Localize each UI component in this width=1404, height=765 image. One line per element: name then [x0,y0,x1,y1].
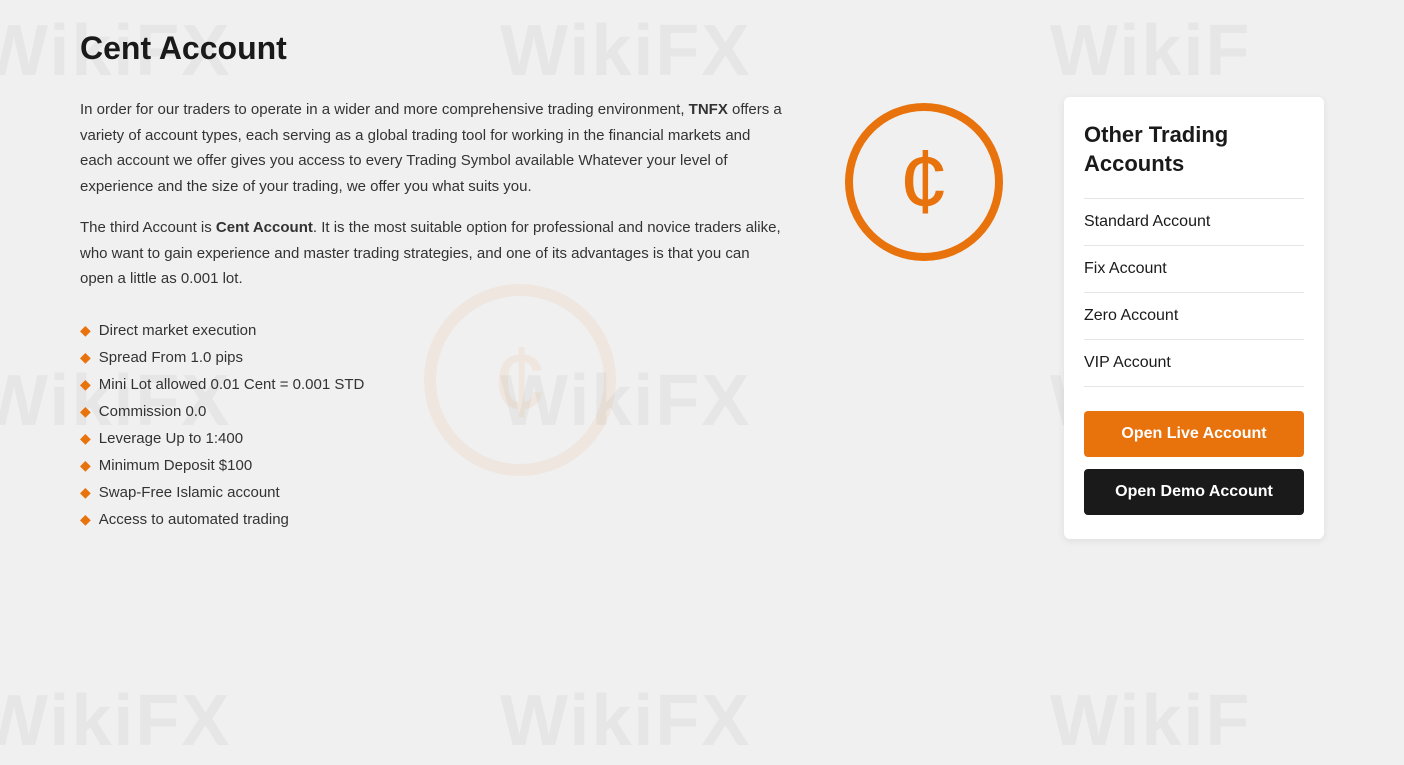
feature-text: Commission 0.0 [99,403,207,420]
diamond-bullet: ◆ [80,322,91,339]
feature-text: Minimum Deposit $100 [99,457,252,474]
feature-item: ◆ Spread From 1.0 pips [80,349,1024,366]
diamond-bullet: ◆ [80,349,91,366]
sidebar: Other Trading Accounts Standard Account F… [1064,97,1324,539]
account-link[interactable]: Standard Account [1084,213,1304,231]
content-layout: In order for our traders to operate in a… [80,97,1324,539]
cent-account-bold: Cent Account [216,219,313,236]
feature-item: ◆ Access to automated trading [80,511,1024,528]
intro-section: In order for our traders to operate in a… [80,97,1024,292]
feature-text: Access to automated trading [99,511,289,528]
features-list: ◆ Direct market execution ◆ Spread From 1.0… [80,322,1024,528]
cent-icon-container: ¢ [824,97,1024,267]
sidebar-title: Other Trading Accounts [1084,121,1304,178]
feature-text: Spread From 1.0 pips [99,349,243,366]
page-title: Cent Account [80,30,1324,67]
feature-text: Leverage Up to 1:400 [99,430,243,447]
svg-text:¢: ¢ [899,132,949,232]
account-link[interactable]: Fix Account [1084,260,1304,278]
account-link-item[interactable]: VIP Account [1084,340,1304,387]
watermark-7: WikiFX [0,680,231,762]
diamond-bullet: ◆ [80,403,91,420]
account-link-item[interactable]: Zero Account [1084,293,1304,340]
account-links: Standard Account Fix Account Zero Account V… [1084,198,1304,387]
feature-text: Mini Lot allowed 0.01 Cent = 0.001 STD [99,376,365,393]
watermark-9: WikiF [1050,680,1251,762]
diamond-bullet: ◆ [80,430,91,447]
intro-text: In order for our traders to operate in a… [80,97,784,292]
account-link[interactable]: Zero Account [1084,307,1304,325]
feature-item: ◆ Mini Lot allowed 0.01 Cent = 0.001 STD [80,376,1024,393]
intro-p1-prefix: In order for our traders to operate in a… [80,101,689,118]
account-link-item[interactable]: Fix Account [1084,246,1304,293]
diamond-bullet: ◆ [80,511,91,528]
open-demo-account-button[interactable]: Open Demo Account [1084,469,1304,515]
feature-item: ◆ Direct market execution [80,322,1024,339]
diamond-bullet: ◆ [80,457,91,474]
sidebar-card: Other Trading Accounts Standard Account F… [1064,97,1324,539]
feature-item: ◆ Swap-Free Islamic account [80,484,1024,501]
account-link-item[interactable]: Standard Account [1084,198,1304,246]
intro-p2-prefix: The third Account is [80,219,216,236]
feature-item: ◆ Minimum Deposit $100 [80,457,1024,474]
feature-text: Direct market execution [99,322,257,339]
watermark-8: WikiFX [500,680,751,762]
diamond-bullet: ◆ [80,376,91,393]
main-content: In order for our traders to operate in a… [80,97,1024,538]
diamond-bullet: ◆ [80,484,91,501]
brand-name: TNFX [689,101,728,118]
open-live-account-button[interactable]: Open Live Account [1084,411,1304,457]
feature-text: Swap-Free Islamic account [99,484,280,501]
feature-item: ◆ Commission 0.0 [80,403,1024,420]
feature-item: ◆ Leverage Up to 1:400 [80,430,1024,447]
cent-account-icon: ¢ [839,97,1009,267]
page-container: Cent Account In order for our traders to… [0,0,1404,569]
account-link[interactable]: VIP Account [1084,354,1304,372]
